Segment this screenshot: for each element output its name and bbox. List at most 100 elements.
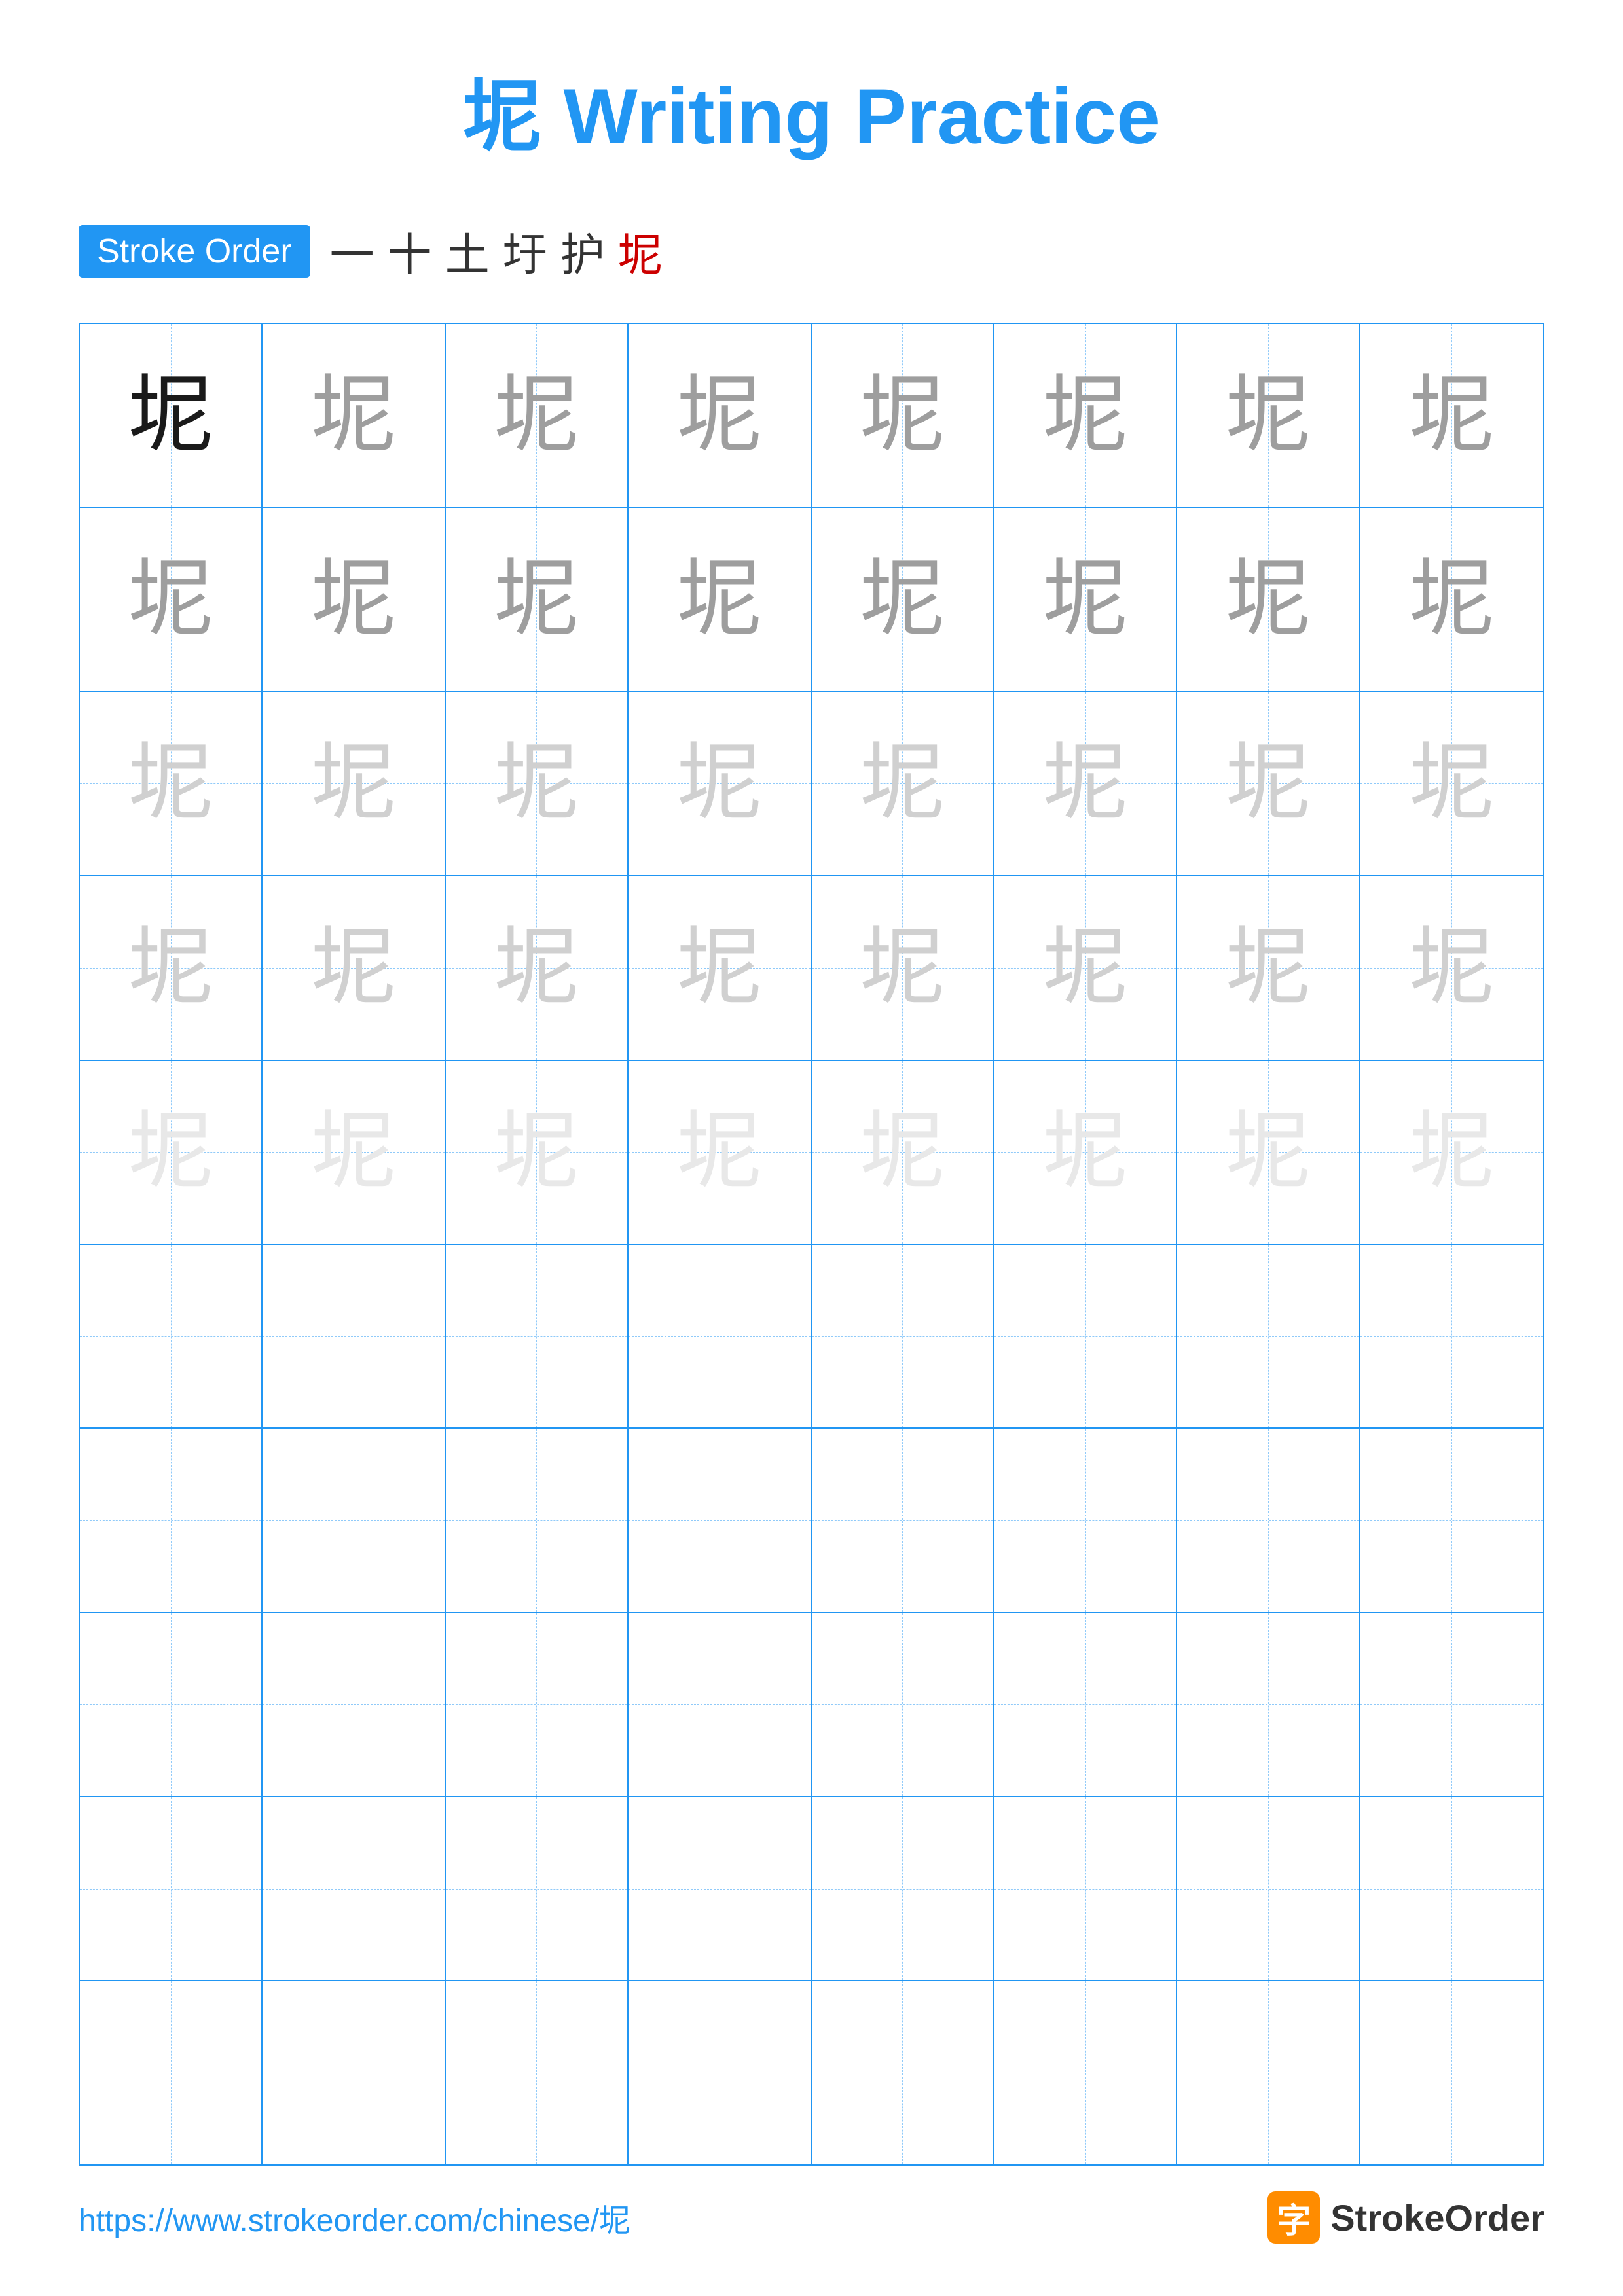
- grid-cell[interactable]: [1177, 1613, 1360, 1796]
- grid-cell[interactable]: 坭: [263, 876, 445, 1059]
- grid-cell[interactable]: 坭: [629, 1061, 811, 1244]
- cell-character: 坭: [1409, 557, 1494, 642]
- grid-cell[interactable]: [446, 1981, 629, 2164]
- grid-cell[interactable]: [1360, 1245, 1543, 1427]
- grid-cell[interactable]: 坭: [629, 876, 811, 1059]
- grid-cell[interactable]: 坭: [263, 1061, 445, 1244]
- cell-character: 坭: [311, 741, 396, 826]
- grid-cell[interactable]: 坭: [1177, 692, 1360, 875]
- grid-cell[interactable]: [1177, 1797, 1360, 1980]
- grid-cell[interactable]: 坭: [1360, 324, 1543, 507]
- grid-cell[interactable]: 坭: [1360, 508, 1543, 691]
- grid-cell[interactable]: [446, 1245, 629, 1427]
- grid-cell[interactable]: [812, 1245, 994, 1427]
- grid-cell[interactable]: 坭: [446, 324, 629, 507]
- grid-cell[interactable]: [263, 1797, 445, 1980]
- grid-cell[interactable]: [263, 1245, 445, 1427]
- grid-cell[interactable]: [80, 1797, 263, 1980]
- grid-cell[interactable]: [80, 1245, 263, 1427]
- grid-cell[interactable]: 坭: [263, 324, 445, 507]
- grid-cell[interactable]: 坭: [994, 508, 1177, 691]
- grid-cell[interactable]: 坭: [1360, 692, 1543, 875]
- grid-cell[interactable]: 坭: [446, 692, 629, 875]
- grid-cell[interactable]: [629, 1797, 811, 1980]
- grid-cell[interactable]: 坭: [446, 508, 629, 691]
- grid-row: [80, 1245, 1543, 1429]
- grid-cell[interactable]: 坭: [263, 692, 445, 875]
- cell-character: 坭: [128, 741, 213, 826]
- grid-cell[interactable]: 坭: [994, 324, 1177, 507]
- grid-cell[interactable]: 坭: [1177, 876, 1360, 1059]
- grid-cell[interactable]: [80, 1429, 263, 1611]
- cell-character: 坭: [128, 1109, 213, 1194]
- grid-cell[interactable]: 坭: [263, 508, 445, 691]
- cell-character: 坭: [860, 557, 945, 642]
- grid-cell[interactable]: 坭: [446, 876, 629, 1059]
- grid-cell[interactable]: 坭: [629, 692, 811, 875]
- grid-row: [80, 1613, 1543, 1797]
- grid-cell[interactable]: 坭: [80, 1061, 263, 1244]
- cell-character: 坭: [494, 373, 579, 458]
- grid-cell[interactable]: 坭: [994, 692, 1177, 875]
- grid-cell[interactable]: 坭: [1360, 876, 1543, 1059]
- grid-cell[interactable]: [80, 1613, 263, 1796]
- grid-cell[interactable]: [812, 1981, 994, 2164]
- grid-cell[interactable]: [1177, 1245, 1360, 1427]
- grid-cell[interactable]: 坭: [812, 1061, 994, 1244]
- grid-cell[interactable]: [629, 1981, 811, 2164]
- grid-cell[interactable]: 坭: [80, 876, 263, 1059]
- stroke-step-4: 圩: [503, 219, 547, 283]
- grid-cell[interactable]: 坭: [1360, 1061, 1543, 1244]
- grid-cell[interactable]: [994, 1797, 1177, 1980]
- grid-cell[interactable]: [629, 1613, 811, 1796]
- grid-cell[interactable]: 坭: [994, 1061, 1177, 1244]
- grid-cell[interactable]: [446, 1797, 629, 1980]
- grid-cell[interactable]: [994, 1245, 1177, 1427]
- grid-cell[interactable]: [263, 1613, 445, 1796]
- cell-character: 坭: [1043, 741, 1128, 826]
- grid-cell[interactable]: 坭: [80, 508, 263, 691]
- footer-url: https://www.strokeorder.com/chinese/坭: [79, 2195, 630, 2240]
- grid-cell[interactable]: 坭: [812, 508, 994, 691]
- grid-cell[interactable]: 坭: [1177, 324, 1360, 507]
- grid-cell[interactable]: 坭: [629, 508, 811, 691]
- grid-cell[interactable]: [812, 1613, 994, 1796]
- grid-cell[interactable]: [1360, 1613, 1543, 1796]
- grid-cell[interactable]: [263, 1429, 445, 1611]
- grid-cell[interactable]: [1360, 1981, 1543, 2164]
- cell-character: 坭: [1409, 1109, 1494, 1194]
- grid-cell[interactable]: 坭: [1177, 508, 1360, 691]
- grid-cell[interactable]: [446, 1613, 629, 1796]
- cell-character: 坭: [311, 925, 396, 1011]
- grid-cell[interactable]: [80, 1981, 263, 2164]
- grid-cell[interactable]: 坭: [812, 876, 994, 1059]
- cell-character: 坭: [1409, 373, 1494, 458]
- grid-cell[interactable]: [263, 1981, 445, 2164]
- cell-character: 坭: [860, 741, 945, 826]
- cell-character: 坭: [128, 925, 213, 1011]
- grid-cell[interactable]: 坭: [629, 324, 811, 507]
- grid-cell[interactable]: [1360, 1429, 1543, 1611]
- grid-cell[interactable]: [994, 1613, 1177, 1796]
- grid-cell[interactable]: 坭: [80, 324, 263, 507]
- grid-cell[interactable]: [994, 1429, 1177, 1611]
- grid-cell[interactable]: [812, 1429, 994, 1611]
- grid-cell[interactable]: [994, 1981, 1177, 2164]
- grid-cell[interactable]: [1177, 1981, 1360, 2164]
- grid-cell[interactable]: [1177, 1429, 1360, 1611]
- stroke-step-6: 坭: [618, 219, 663, 283]
- stroke-order-row: Stroke Order 一 十 土 圩 护 坭: [79, 219, 1544, 283]
- cell-character: 坭: [677, 741, 762, 826]
- grid-cell[interactable]: 坭: [812, 692, 994, 875]
- grid-cell[interactable]: 坭: [80, 692, 263, 875]
- grid-cell[interactable]: [812, 1797, 994, 1980]
- grid-row: [80, 1797, 1543, 1981]
- grid-cell[interactable]: [1360, 1797, 1543, 1980]
- grid-cell[interactable]: [629, 1245, 811, 1427]
- grid-cell[interactable]: 坭: [994, 876, 1177, 1059]
- grid-cell[interactable]: 坭: [1177, 1061, 1360, 1244]
- grid-cell[interactable]: 坭: [812, 324, 994, 507]
- grid-cell[interactable]: [446, 1429, 629, 1611]
- grid-cell[interactable]: 坭: [446, 1061, 629, 1244]
- grid-cell[interactable]: [629, 1429, 811, 1611]
